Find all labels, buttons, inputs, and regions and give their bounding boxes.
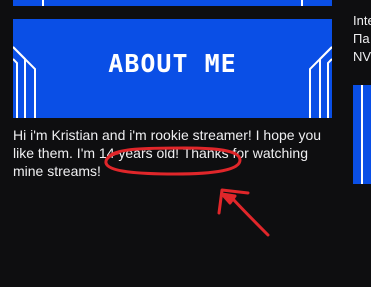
next-panel-text-line: Inte bbox=[353, 13, 371, 28]
about-me-panel-image[interactable]: About me bbox=[13, 19, 332, 118]
arrow-head bbox=[217, 188, 250, 215]
arrow-shaft bbox=[230, 196, 270, 237]
next-panel-image[interactable] bbox=[353, 85, 371, 184]
arrow-head-fill bbox=[220, 192, 237, 205]
about-me-title: About me bbox=[108, 49, 237, 78]
panel-decoration-line bbox=[301, 0, 303, 6]
previous-panel-image[interactable] bbox=[13, 0, 332, 6]
panel-decoration-line bbox=[42, 0, 44, 6]
next-panel-text: Inte Па NV bbox=[353, 12, 371, 66]
next-panel-text-line: NV bbox=[353, 49, 371, 64]
next-panel-text-line: Па bbox=[353, 31, 370, 46]
about-description: Hi i'm Kristian and i'm rookie streamer!… bbox=[13, 127, 322, 179]
panel-decoration-line bbox=[361, 85, 363, 184]
